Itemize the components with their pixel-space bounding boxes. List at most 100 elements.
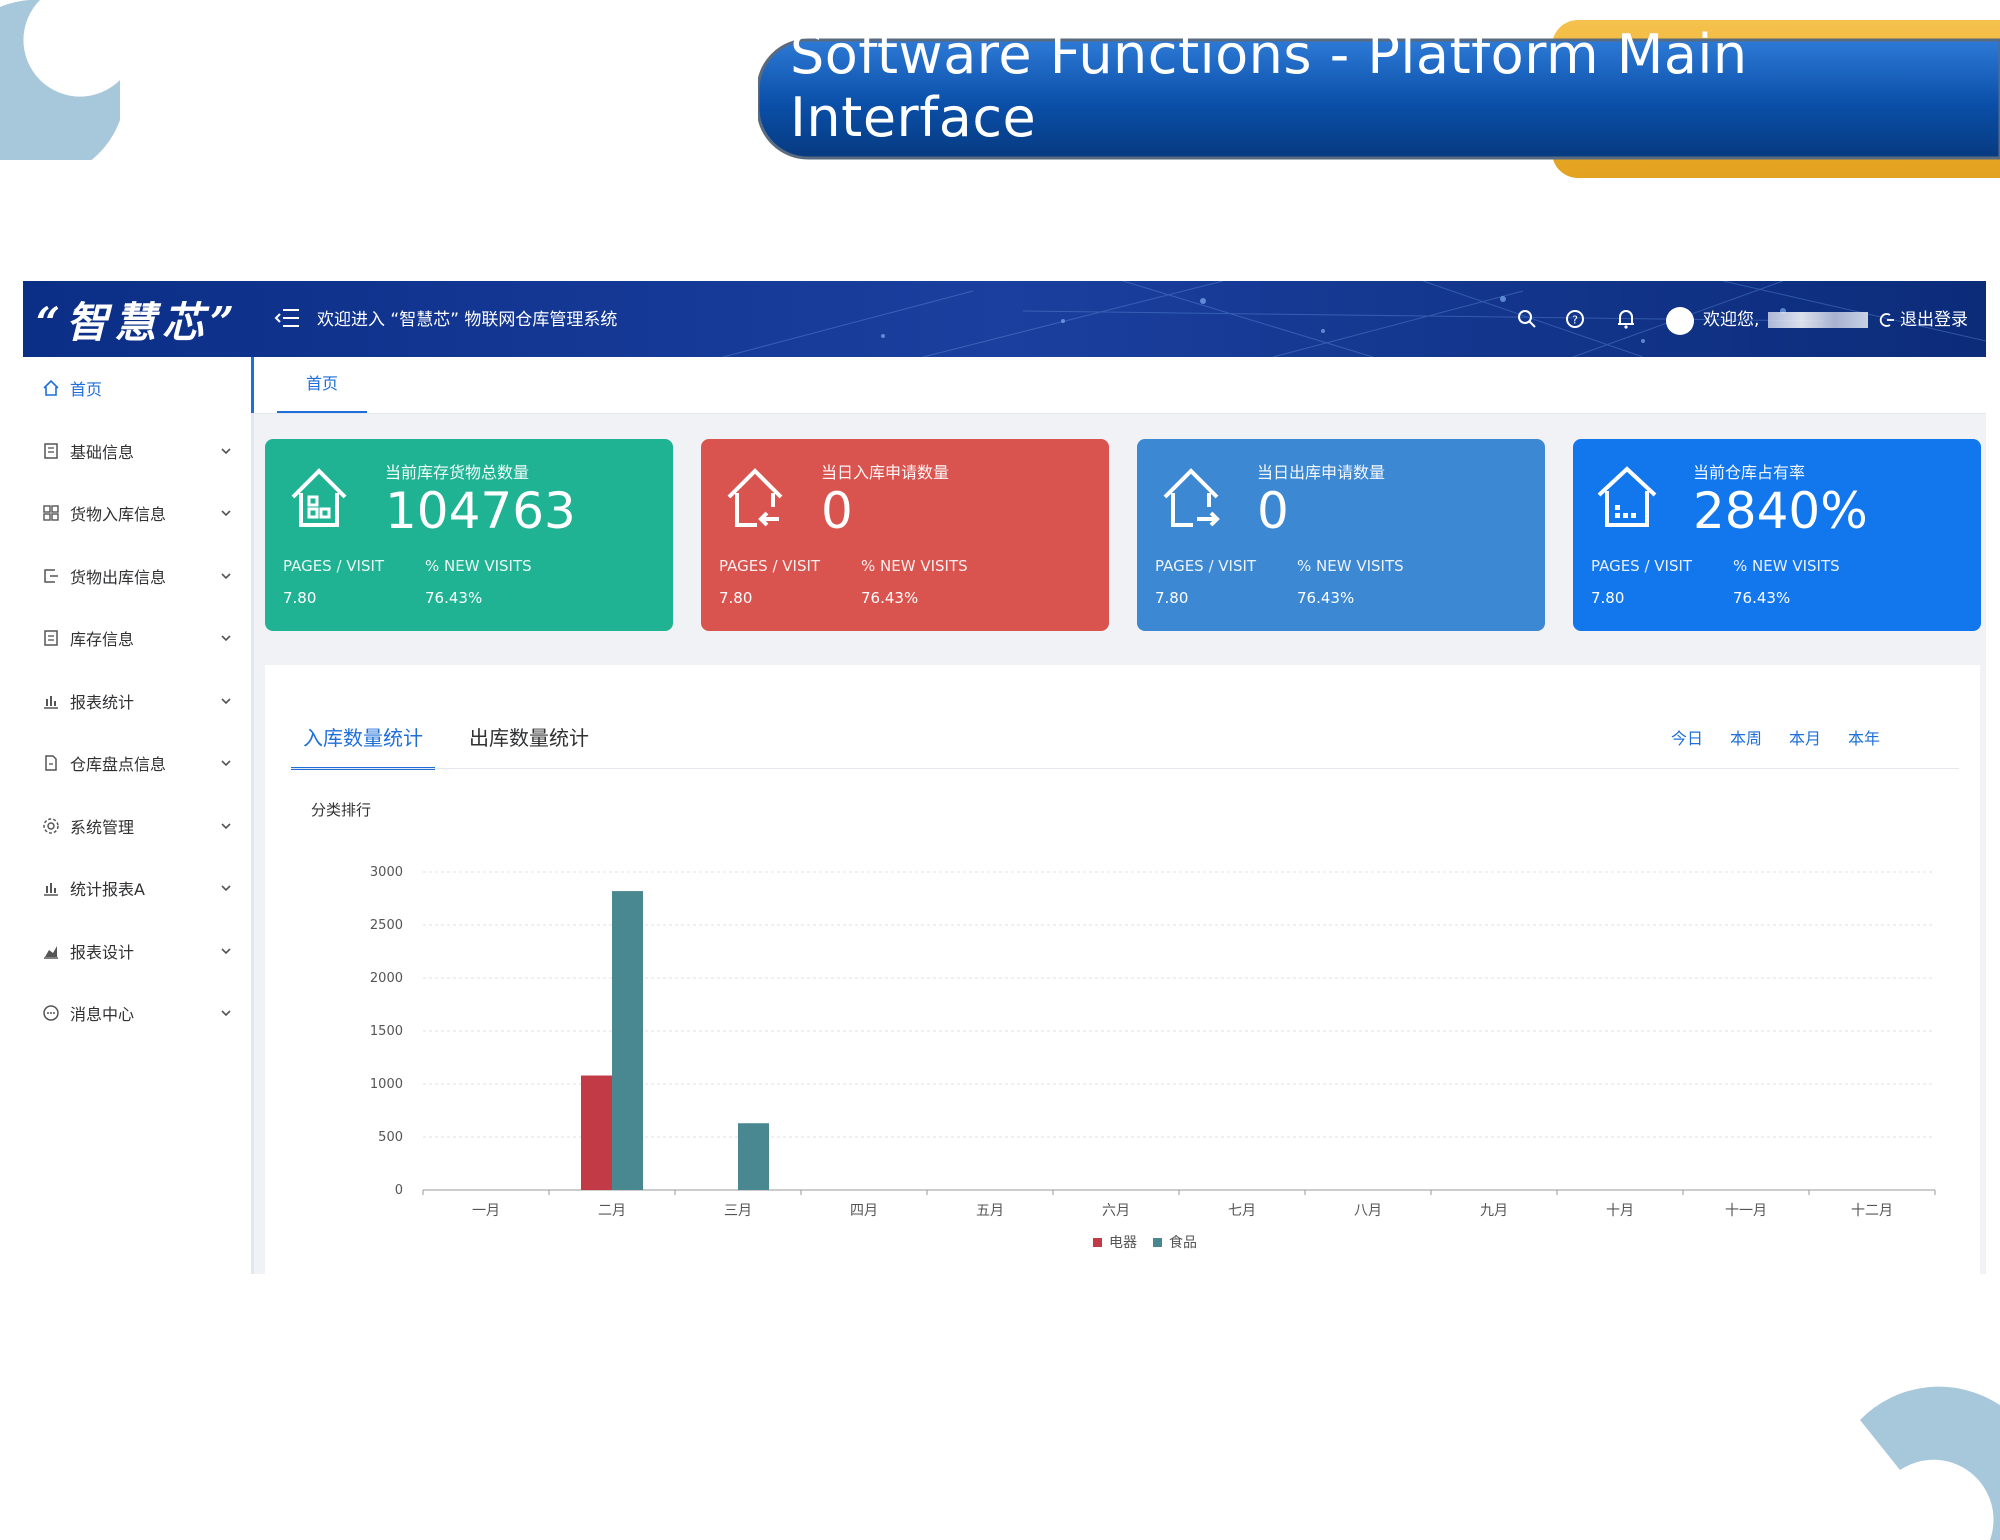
sidebar-item-label: 仓库盘点信息 (70, 755, 167, 774)
tab-home[interactable]: 首页 (277, 357, 367, 413)
chevron-down-icon (221, 572, 231, 579)
logout-label: 退出登录 (1900, 310, 1968, 330)
warehouse-icon (291, 468, 347, 527)
app-window: “智慧芯” 欢迎进入 “智慧芯” 物联网仓库管理系统 ? 欢迎您, 退出登录 首… (23, 281, 1986, 1274)
warehouse-icon (1597, 466, 1657, 527)
card-value: 104763 (385, 482, 576, 540)
document-icon (44, 442, 58, 459)
x-tick-label: 十一月 (1725, 1203, 1767, 1219)
sidebar-item-1[interactable]: 基础信息 (23, 426, 251, 476)
legend-label: 食品 (1169, 1234, 1197, 1251)
chevron-down-icon (221, 760, 231, 767)
bell-icon[interactable] (1612, 305, 1640, 333)
y-tick-label: 1000 (370, 1077, 403, 1092)
card-title: 当前库存货物总数量 (385, 463, 530, 482)
x-tick-label: 三月 (724, 1203, 752, 1219)
logout-button[interactable]: 退出登录 (1878, 303, 1968, 337)
top-bar: “智慧芯” 欢迎进入 “智慧芯” 物联网仓库管理系统 ? 欢迎您, 退出登录 (23, 281, 1986, 357)
range-month[interactable]: 本月 (1789, 725, 1821, 749)
x-tick-label: 九月 (1480, 1203, 1508, 1219)
bar-电器 (581, 1075, 612, 1190)
sidebar-item-10[interactable]: 消息中心 (23, 988, 251, 1038)
sidebar-item-2[interactable]: 货物入库信息 (23, 488, 251, 538)
inbound-requests-card[interactable]: 当日入库申请数量 0 PAGES / VISIT % NEW VISITS 7.80 76… (701, 439, 1109, 631)
search-icon[interactable] (1513, 305, 1541, 333)
x-tick-label: 一月 (472, 1203, 500, 1219)
outbound-requests-card[interactable]: 当日出库申请数量 0 PAGES / VISIT % NEW VISITS 7.80 76… (1137, 439, 1545, 631)
tab-divider (291, 768, 1959, 769)
sidebar-item-6[interactable]: 仓库盘点信息 (23, 738, 251, 788)
card-metric-value: 76.43% (861, 589, 919, 607)
bar-chart-icon (44, 695, 58, 709)
y-tick-label: 1500 (370, 1024, 403, 1039)
chevron-down-icon (221, 447, 231, 454)
exit-icon (44, 568, 58, 583)
sidebar-item-label: 货物出库信息 (70, 567, 167, 587)
list-icon (44, 630, 58, 646)
card-metric-label: PAGES / VISIT (1591, 557, 1693, 575)
occupancy-card[interactable]: 当前仓库占有率 2840% PAGES / VISIT % NEW VISITS 7.8… (1573, 439, 1981, 631)
y-tick-label: 2000 (370, 971, 403, 986)
chevron-down-icon (221, 635, 231, 642)
warehouse-icon (727, 468, 783, 527)
avatar[interactable] (1666, 307, 1694, 335)
x-tick-label: 八月 (1354, 1203, 1382, 1219)
chevron-down-icon (221, 822, 231, 829)
sidebar-item-label: 首页 (70, 380, 103, 399)
svg-text:?: ? (1572, 314, 1578, 327)
chevron-down-icon (221, 947, 231, 954)
sidebar-item-4[interactable]: 库存信息 (23, 613, 251, 663)
x-tick-label: 七月 (1228, 1203, 1256, 1219)
sidebar-item-8[interactable]: 统计报表A (23, 863, 251, 913)
sidebar-item-9[interactable]: 报表设计 (23, 926, 251, 976)
x-tick-label: 六月 (1102, 1203, 1130, 1219)
bar-食品 (738, 1123, 769, 1190)
gear-icon (43, 817, 59, 834)
range-today[interactable]: 今日 (1671, 725, 1703, 749)
sidebar-item-0[interactable]: 首页 (23, 363, 251, 413)
sidebar-item-label: 货物入库信息 (70, 505, 167, 524)
card-metric-value: 7.80 (719, 589, 753, 607)
bar-chart: 分类排行 3000 2500 2000 1500 1000 500 0 一月 二月 三月 四月 五月 六月… (311, 801, 1936, 1251)
x-tick-label: 二月 (598, 1203, 626, 1219)
card-metric-value: 76.43% (1297, 589, 1355, 607)
username-redacted (1768, 312, 1868, 328)
sidebar-item-label: 报表统计 (70, 692, 135, 712)
logout-icon (1879, 313, 1894, 327)
range-week[interactable]: 本周 (1730, 725, 1762, 749)
legend-swatch (1153, 1238, 1162, 1247)
slide-title: Software Functions - Platform Main Inter… (790, 23, 1748, 149)
area-chart-icon (44, 945, 58, 959)
sidebar-item-7[interactable]: 系统管理 (23, 801, 251, 851)
card-title: 当前仓库占有率 (1693, 463, 1806, 482)
menu-toggle-icon[interactable] (273, 303, 303, 333)
tab-outbound-statistics[interactable]: 出库数量统计 (457, 709, 601, 767)
card-metric-value: 76.43% (1733, 589, 1791, 607)
x-tick-label: 四月 (850, 1203, 878, 1219)
sidebar-item-5[interactable]: 报表统计 (23, 676, 251, 726)
range-year[interactable]: 本年 (1848, 725, 1880, 749)
bar-食品 (612, 891, 643, 1190)
x-tick-label: 五月 (976, 1203, 1004, 1219)
decorative-arc-bottom-right (1860, 1386, 2000, 1540)
card-metric-label: % NEW VISITS (1733, 557, 1840, 575)
sidebar: 首页基础信息货物入库信息 货物出库信息 库存信息报表统计仓库盘点信息系统管理统计报表… (23, 357, 254, 1274)
card-metric-label: PAGES / VISIT (719, 557, 821, 575)
sidebar-item-label: 基础信息 (70, 442, 135, 462)
help-icon[interactable]: ? (1561, 305, 1589, 333)
card-title: 当日入库申请数量 (821, 463, 950, 482)
inventory-total-card[interactable]: 当前库存货物总数量 104763 PAGES / VISIT % NEW VISITS… (265, 439, 673, 631)
tab-inbound-statistics[interactable]: 入库数量统计 (291, 709, 435, 770)
grid-icon (43, 505, 59, 521)
sidebar-item-3[interactable]: 货物出库信息 (23, 551, 251, 601)
card-metric-label: % NEW VISITS (1297, 557, 1404, 575)
legend-label: 电器 (1109, 1235, 1137, 1251)
greeting-text: 欢迎您, (1703, 310, 1760, 330)
sidebar-item-label: 报表设计 (70, 942, 135, 962)
sidebar-item-label: 消息中心 (70, 1005, 135, 1024)
x-tick-label: 十月 (1606, 1203, 1634, 1219)
x-tick-label: 十二月 (1851, 1203, 1893, 1219)
y-tick-label: 0 (395, 1183, 403, 1198)
app-logo: “智慧芯” (35, 297, 241, 347)
sidebar-item-label: 库存信息 (70, 630, 135, 649)
